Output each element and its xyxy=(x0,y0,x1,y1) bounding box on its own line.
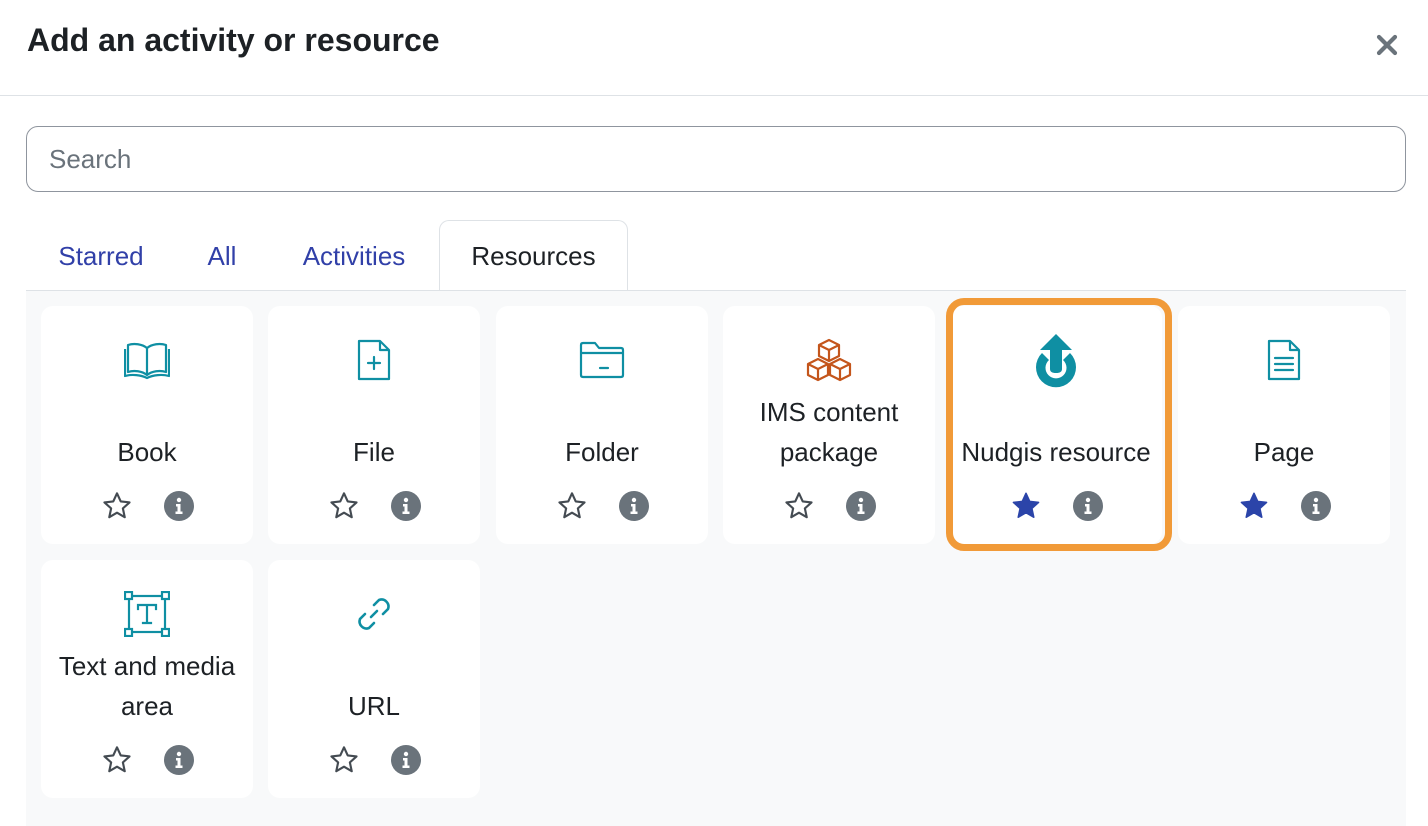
page-icon xyxy=(1267,339,1301,381)
star-outline-icon xyxy=(785,492,813,519)
close-icon xyxy=(1376,34,1398,56)
star-outline-icon xyxy=(558,492,586,519)
info-icon xyxy=(164,745,194,775)
module-label: URL xyxy=(347,691,400,721)
resources-panel: Book File Folder IMS content package Nud… xyxy=(26,290,1406,826)
file-add-icon xyxy=(357,339,391,381)
star-outline-icon xyxy=(330,492,358,519)
module-card-folder[interactable]: Folder xyxy=(496,306,708,544)
info-icon xyxy=(391,745,421,775)
info-button[interactable] xyxy=(1072,490,1104,522)
star-outline-icon xyxy=(330,746,358,773)
modal-header: Add an activity or resource xyxy=(0,0,1428,96)
tab-activities[interactable]: Activities xyxy=(268,220,440,292)
close-button[interactable] xyxy=(1366,24,1408,66)
search-input[interactable] xyxy=(26,126,1406,192)
star-outline-icon xyxy=(103,746,131,773)
search-container xyxy=(26,126,1406,192)
module-card-url[interactable]: URL xyxy=(268,560,480,798)
module-label: IMS content package xyxy=(759,397,899,467)
star-button[interactable] xyxy=(1236,488,1272,524)
info-icon xyxy=(1073,491,1103,521)
book-icon xyxy=(124,342,170,380)
modal-title: Add an activity or resource xyxy=(27,22,440,58)
tab-starred[interactable]: Starred xyxy=(26,220,176,292)
star-button[interactable] xyxy=(326,488,362,524)
info-button[interactable] xyxy=(163,490,195,522)
nudgis-upload-icon xyxy=(1036,334,1076,388)
info-icon xyxy=(846,491,876,521)
module-label: Folder xyxy=(565,437,639,467)
folder-icon xyxy=(579,341,625,379)
info-button[interactable] xyxy=(390,490,422,522)
link-icon xyxy=(358,598,390,630)
text-frame-icon xyxy=(124,591,170,637)
module-card-text-and-media-area[interactable]: Text and media area xyxy=(41,560,253,798)
module-card-nudgis-resource[interactable]: Nudgis resource xyxy=(950,306,1162,544)
star-outline-icon xyxy=(103,492,131,519)
star-button[interactable] xyxy=(1008,488,1044,524)
info-icon xyxy=(164,491,194,521)
info-button[interactable] xyxy=(163,744,195,776)
star-button[interactable] xyxy=(99,742,135,778)
star-button[interactable] xyxy=(781,488,817,524)
tab-bar: Starred All Activities Resources xyxy=(26,220,1406,292)
info-button[interactable] xyxy=(618,490,650,522)
tab-all[interactable]: All xyxy=(176,220,268,292)
info-icon xyxy=(619,491,649,521)
module-label: Nudgis resource xyxy=(961,437,1151,467)
star-filled-icon xyxy=(1012,492,1040,518)
module-label: Page xyxy=(1253,437,1315,467)
module-label: Book xyxy=(117,437,177,467)
module-label: File xyxy=(353,437,395,467)
module-card-page[interactable]: Page xyxy=(1178,306,1390,544)
star-button[interactable] xyxy=(326,742,362,778)
info-button[interactable] xyxy=(1300,490,1332,522)
info-icon xyxy=(1301,491,1331,521)
star-button[interactable] xyxy=(99,488,135,524)
star-button[interactable] xyxy=(554,488,590,524)
module-card-ims-content-package[interactable]: IMS content package xyxy=(723,306,935,544)
tab-resources[interactable]: Resources xyxy=(439,220,628,292)
info-button[interactable] xyxy=(845,490,877,522)
info-button[interactable] xyxy=(390,744,422,776)
module-label: Text and media area xyxy=(58,651,236,721)
module-card-book[interactable]: Book xyxy=(41,306,253,544)
cubes-icon xyxy=(806,338,852,382)
module-card-file[interactable]: File xyxy=(268,306,480,544)
star-filled-icon xyxy=(1240,492,1268,518)
info-icon xyxy=(391,491,421,521)
